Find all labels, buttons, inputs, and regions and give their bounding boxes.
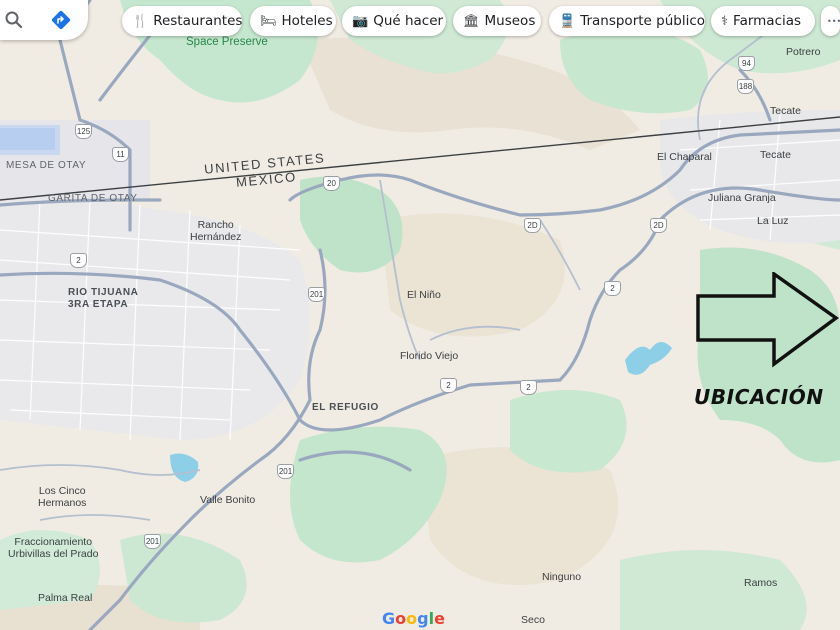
transit-icon: 🚆 [559, 13, 576, 29]
place-label-line: Fraccionamiento [14, 536, 93, 548]
chip-museos[interactable]: 🏛 Museos [453, 6, 541, 36]
place-rio-tijuana[interactable]: RIO TIJUANA 3RA ETAPA [68, 287, 139, 311]
directions-icon[interactable] [50, 9, 72, 31]
chip-farmacias[interactable]: ⚕ Farmacias [711, 6, 815, 36]
chip-label: Restaurantes [153, 13, 243, 29]
route-shield-20: 20 [323, 176, 340, 191]
place-label-line: Urbivillas del Prado [8, 548, 99, 560]
chip-restaurantes[interactable]: 🍴 Restaurantes [122, 6, 242, 36]
place-el-nino[interactable]: El Niño [407, 289, 441, 301]
route-shield-2: 2 [440, 378, 457, 393]
route-shield-2: 2 [520, 380, 537, 395]
search-box[interactable] [0, 0, 88, 40]
route-shield-201: 201 [277, 464, 294, 479]
place-label-line: RIO TIJUANA [68, 287, 139, 298]
search-icon[interactable] [4, 10, 24, 30]
place-seco[interactable]: Seco [521, 614, 545, 626]
route-shield-2: 2 [70, 253, 87, 268]
chip-que-hacer[interactable]: 📷 Qué hacer [342, 6, 446, 36]
museum-icon: 🏛 [463, 13, 480, 29]
place-juliana-granja[interactable]: Juliana Granja [708, 192, 776, 204]
route-shield-2d: 2D [650, 218, 667, 233]
place-tecate-us[interactable]: Tecate [770, 105, 801, 117]
route-shield-2: 2 [604, 281, 621, 296]
pharmacy-icon: ⚕ [721, 13, 729, 29]
place-label-line: 3RA ETAPA [68, 299, 129, 310]
route-shield-2d: 2D [524, 218, 541, 233]
place-valle-bonito[interactable]: Valle Bonito [200, 494, 255, 506]
place-label-line: Los Cinco [38, 485, 86, 497]
chip-label: Transporte público [580, 13, 706, 29]
place-fraccionamiento[interactable]: Fraccionamiento Urbivillas del Prado [8, 536, 98, 560]
more-icon: ••• [827, 16, 840, 26]
route-shield-125: 125 [75, 124, 92, 139]
place-rancho-hernandez[interactable]: Rancho Hernández [190, 219, 241, 243]
place-palma-real[interactable]: Palma Real [38, 592, 92, 604]
hotel-icon: 🛏 [260, 13, 277, 29]
chip-label: Farmacias [733, 13, 802, 29]
google-logo: Google [382, 609, 445, 628]
chip-more[interactable]: ••• [821, 6, 840, 36]
chip-label: Museos [484, 13, 536, 29]
place-la-luz[interactable]: La Luz [757, 215, 789, 227]
chip-hoteles[interactable]: 🛏 Hoteles [250, 6, 336, 36]
chip-label: Qué hacer [373, 13, 444, 29]
route-shield-94: 94 [738, 56, 755, 71]
place-ninguno[interactable]: Ninguno [542, 571, 581, 583]
place-los-cinco-hermanos[interactable]: Los Cinco Hermanos [38, 485, 86, 509]
camera-icon: 📷 [352, 13, 369, 29]
place-ramos[interactable]: Ramos [744, 577, 777, 589]
route-shield-11: 11 [112, 147, 129, 162]
route-shield-188: 188 [737, 79, 754, 94]
place-label-line: Hermanos [38, 497, 87, 509]
right-arrow-icon [696, 272, 839, 368]
chip-transporte-publico[interactable]: 🚆 Transporte público [549, 6, 705, 36]
place-mesa-de-otay[interactable]: MESA DE OTAY [6, 160, 86, 172]
location-label: UBICACIÓN [694, 385, 824, 409]
restaurant-icon: 🍴 [132, 13, 149, 29]
place-el-refugio[interactable]: EL REFUGIO [312, 402, 379, 414]
place-florido-viejo[interactable]: Florido Viejo [400, 350, 458, 362]
place-el-chaparal[interactable]: El Chaparal [657, 151, 712, 163]
park-label[interactable]: Space Preserve [186, 36, 268, 48]
place-label-line: Rancho [197, 219, 234, 231]
route-shield-201: 201 [308, 287, 325, 302]
place-garita-de-otay[interactable]: GARITA DE OTAY [48, 193, 138, 205]
chip-label: Hoteles [281, 13, 333, 29]
route-shield-201: 201 [144, 534, 161, 549]
place-potrero[interactable]: Potrero [786, 46, 820, 58]
place-label-line: Hernández [190, 231, 242, 243]
place-tecate-mx[interactable]: Tecate [760, 149, 791, 161]
